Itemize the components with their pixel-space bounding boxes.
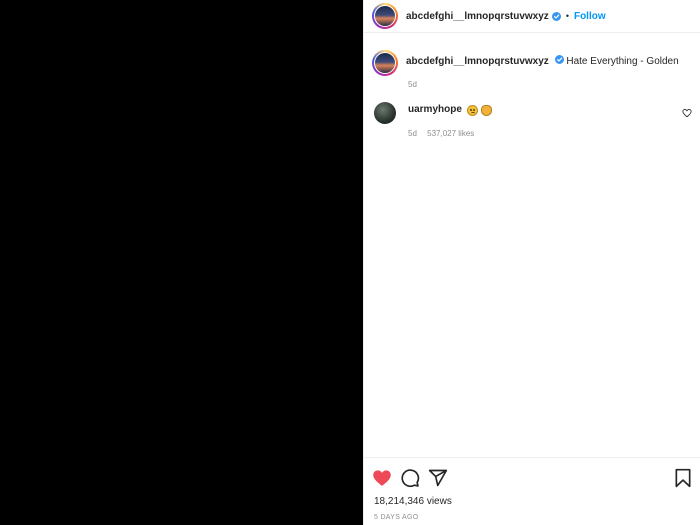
comment-text-row: uarmyhope	[408, 104, 492, 116]
bookmark-icon[interactable]	[674, 468, 692, 488]
post-header: abcdefghi__lmnopqrstuvwxyz • Follow	[364, 0, 700, 33]
post-dialog: abcdefghi__lmnopqrstuvwxyz • Follow abcd…	[0, 0, 700, 525]
caption-age: 5d	[408, 80, 417, 89]
view-count[interactable]: 18,214,346 views	[374, 496, 452, 507]
comment-meta: 5d 537,027 likes	[408, 129, 694, 138]
author-avatar[interactable]	[372, 3, 398, 29]
post-side-panel: abcdefghi__lmnopqrstuvwxyz • Follow abcd…	[363, 0, 700, 525]
commenter-avatar[interactable]	[374, 102, 396, 124]
caption-text-row: abcdefghi__lmnopqrstuvwxyz Hate Everythi…	[406, 55, 679, 68]
author-username[interactable]: abcdefghi__lmnopqrstuvwxyz	[406, 11, 549, 22]
post-caption: abcdefghi__lmnopqrstuvwxyz Hate Everythi…	[372, 48, 692, 89]
comment-likes[interactable]: 537,027 likes	[427, 129, 474, 138]
verified-badge-icon	[551, 11, 561, 21]
commenter-username[interactable]: uarmyhope	[408, 104, 462, 116]
heart-filled-icon[interactable]	[372, 468, 392, 488]
clapping-hands-emoji	[480, 104, 492, 116]
verified-badge-icon	[554, 55, 564, 64]
post-timestamp[interactable]: 5 DAYS AGO	[374, 514, 419, 521]
post-media[interactable]	[0, 0, 363, 525]
comment-age: 5d	[408, 129, 417, 138]
share-icon[interactable]	[428, 468, 448, 488]
caption-author-avatar[interactable]	[372, 50, 398, 76]
comment-item: uarmyhope 5d 537,027 likes	[374, 102, 694, 138]
action-icons	[372, 468, 448, 488]
comment-icon[interactable]	[400, 468, 420, 488]
post-actions: 18,214,346 views 5 DAYS AGO	[364, 457, 700, 525]
heart-outline-icon[interactable]	[682, 108, 692, 118]
follow-button[interactable]: Follow	[574, 11, 606, 22]
frowning-face-emoji	[466, 104, 478, 116]
caption-author-username[interactable]: abcdefghi__lmnopqrstuvwxyz	[406, 56, 549, 67]
separator-dot: •	[565, 11, 569, 21]
caption-text: Hate Everything - Golden	[566, 56, 679, 67]
